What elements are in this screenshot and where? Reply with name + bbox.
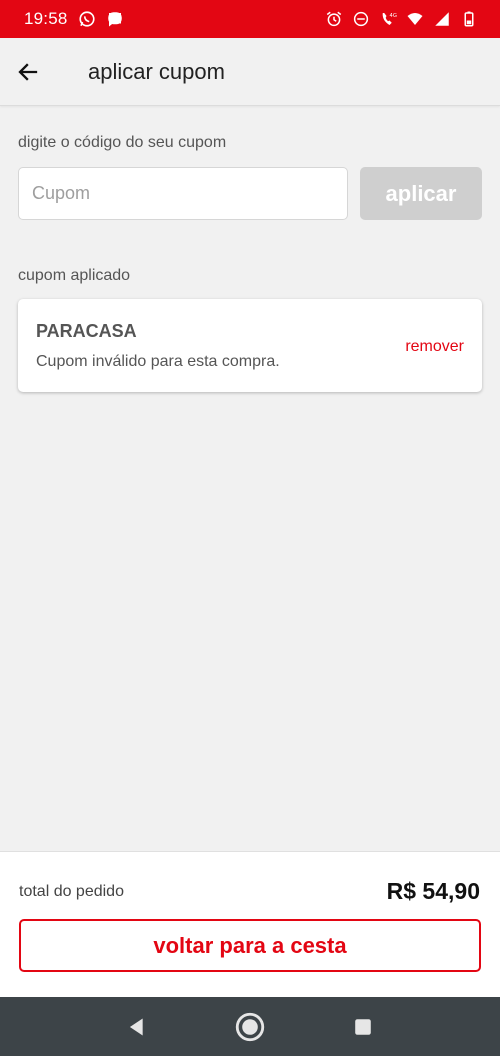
status-bar: 19:58 4G <box>0 0 500 38</box>
page-title: aplicar cupom <box>88 58 225 84</box>
svg-text:4G: 4G <box>390 13 397 19</box>
applied-coupon-card: PARACASA Cupom inválido para esta compra… <box>18 299 482 392</box>
chat-bubble-icon <box>106 10 124 28</box>
whatsapp-icon <box>78 10 96 28</box>
nav-recents-button[interactable] <box>343 1007 383 1047</box>
coupon-code: PARACASA <box>36 321 137 341</box>
status-time: 19:58 <box>24 9 68 28</box>
apply-coupon-button[interactable]: aplicar <box>360 167 482 220</box>
applied-coupon-label: cupom aplicado <box>18 267 131 284</box>
circle-home-icon <box>235 1012 265 1041</box>
coupon-status-message: Cupom inválido para esta compra. <box>36 353 280 370</box>
wifi-icon <box>406 10 424 28</box>
remove-coupon-link[interactable]: remover <box>405 338 464 356</box>
wifi-call-icon: 4G <box>379 10 397 28</box>
order-total-value: R$ 54,90 <box>386 878 480 904</box>
coupon-entry-label: digite o código do seu cupom <box>18 134 227 151</box>
order-total-label: total do pedido <box>19 883 124 900</box>
battery-icon <box>460 10 478 28</box>
signal-icon <box>433 10 451 28</box>
back-to-cart-button[interactable]: voltar para a cesta <box>19 919 481 972</box>
app-bar: aplicar cupom <box>0 38 500 106</box>
square-recents-icon <box>355 1018 372 1035</box>
status-right: 4G <box>325 10 478 28</box>
alarm-icon <box>325 10 343 28</box>
nav-back-button[interactable] <box>117 1007 157 1047</box>
coupon-input[interactable] <box>18 167 348 220</box>
status-left: 19:58 <box>24 9 124 29</box>
order-summary-panel: total do pedido R$ 54,90 voltar para a c… <box>0 851 500 997</box>
nav-home-button[interactable] <box>230 1007 270 1047</box>
arrow-left-icon <box>18 62 38 81</box>
system-nav-bar <box>0 997 500 1056</box>
back-button[interactable] <box>0 38 56 106</box>
do-not-disturb-icon <box>352 10 370 28</box>
triangle-back-icon <box>129 1018 143 1035</box>
